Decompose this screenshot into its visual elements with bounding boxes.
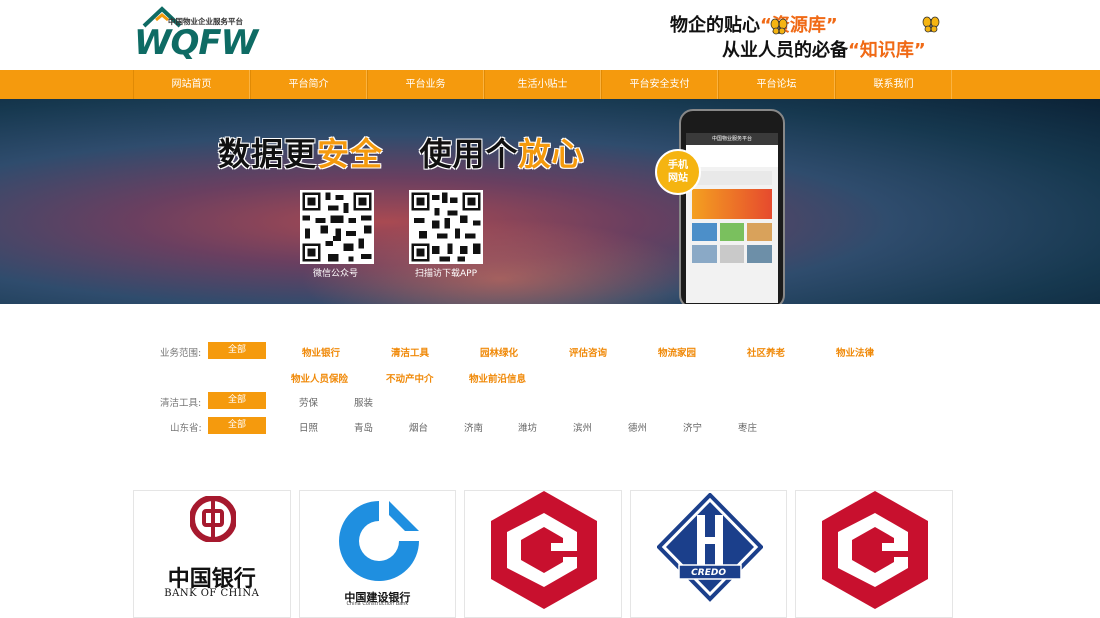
filter-all-button-cleaning[interactable]: 全部 [208, 392, 266, 409]
banner-title: 数据更安全 使用个放心 [218, 135, 585, 173]
filter-panel: 业务范围: 全部 物业银行 清洁工具 园林绿化 评估咨询 物流家园 社区养老 物… [0, 304, 1100, 474]
filter-option[interactable]: 物业人员保险 [291, 371, 348, 385]
app-download-qr-code [409, 190, 483, 264]
partner-card-boc[interactable]: 中国银行 BANK OF CHINA [133, 490, 291, 618]
site-logo[interactable]: 中国物业企业服务平台 WQFW [134, 6, 284, 63]
filter-all-button-business[interactable]: 全部 [208, 342, 266, 359]
filter-option[interactable]: 社区养老 [747, 345, 785, 359]
boc-english-name: BANK OF CHINA [164, 588, 260, 599]
butterfly-icon [770, 18, 788, 35]
partner-card-credo[interactable]: CREDO [629, 490, 788, 618]
phone-screen: 中国物业服务平台 [686, 133, 778, 303]
credo-logo-icon [656, 493, 763, 602]
mobile-site-badge: 手机 网站 [655, 149, 701, 195]
filter-option[interactable]: 园林绿化 [480, 345, 518, 359]
hero-banner: 数据更安全 使用个放心 微信公众号 扫描访下载APP 中国物业服务平台 手机 网… [0, 99, 1100, 304]
slogan-line-1: 物企的贴心“资源库” [670, 15, 838, 36]
filter-option[interactable]: 潍坊 [518, 420, 537, 434]
site-header: 中国物业企业服务平台 WQFW 物企的贴心“资源库” 从业人员的必备“知识库” [0, 0, 1100, 70]
filter-option[interactable]: 劳保 [299, 395, 318, 409]
filter-option[interactable]: 滨州 [573, 420, 592, 434]
ccb-english-name: China Construction Bank [346, 601, 409, 607]
nav-item-about[interactable]: 平台简介 [250, 70, 367, 99]
filter-option[interactable]: 评估咨询 [569, 345, 607, 359]
filter-option[interactable]: 济宁 [683, 420, 702, 434]
filter-label-business: 业务范围: [160, 348, 202, 359]
filter-option[interactable]: 济南 [464, 420, 483, 434]
filter-label-province: 山东省: [170, 423, 202, 434]
wechat-qr-code [300, 190, 374, 264]
filter-option[interactable]: 物业前沿信息 [469, 371, 526, 385]
qr-caption-app: 扫描访下载APP [415, 269, 478, 279]
nav-item-tips[interactable]: 生活小贴士 [484, 70, 601, 99]
partner-card-ccb[interactable]: 中国建设银行 China Construction Bank [298, 490, 457, 618]
partner-logo-strip: 中国银行 BANK OF CHINA 中国建设银行 China Construc… [133, 490, 953, 618]
filter-option[interactable]: 枣庄 [738, 420, 757, 434]
filter-option[interactable]: 烟台 [409, 420, 428, 434]
credo-wordmark: CREDO [691, 568, 726, 578]
bank-of-china-logo-icon [190, 496, 236, 542]
nav-item-contact[interactable]: 联系我们 [835, 70, 952, 99]
nav-item-business[interactable]: 平台业务 [367, 70, 484, 99]
filter-option[interactable]: 服装 [354, 395, 373, 409]
nav-item-home[interactable]: 网站首页 [133, 70, 250, 99]
filter-option[interactable]: 物流家园 [658, 345, 696, 359]
filter-option[interactable]: 日照 [299, 420, 318, 434]
phone-screen-title: 中国物业服务平台 [686, 133, 778, 145]
logo-wordmark: WQFW [134, 23, 258, 63]
filter-option[interactable]: 德州 [628, 420, 647, 434]
filter-label-cleaning: 清洁工具: [160, 398, 202, 409]
nav-item-payment[interactable]: 平台安全支付 [601, 70, 718, 99]
slogan-line-2: 从业人员的必备“知识库” [722, 40, 926, 61]
filter-option[interactable]: 清洁工具 [391, 345, 429, 359]
qr-caption-wechat: 微信公众号 [313, 269, 359, 279]
phone-mockup: 中国物业服务平台 [679, 109, 785, 304]
filter-option[interactable]: 物业法律 [836, 345, 874, 359]
partner-card-g-logo[interactable] [464, 490, 622, 618]
header-slogan: 物企的贴心“资源库” 从业人员的必备“知识库” [670, 8, 950, 63]
butterfly-icon [922, 16, 940, 33]
red-hexagon-g-logo-icon [491, 491, 598, 609]
partner-card-g-logo-2[interactable] [795, 490, 953, 618]
red-hexagon-g-logo-icon [822, 491, 929, 609]
filter-option[interactable]: 青岛 [354, 420, 373, 434]
nav-item-forum[interactable]: 平台论坛 [718, 70, 835, 99]
main-nav: 网站首页 平台简介 平台业务 生活小贴士 平台安全支付 平台论坛 联系我们 [0, 70, 1100, 99]
filter-option[interactable]: 不动产中介 [386, 371, 434, 385]
ccb-logo-icon [338, 501, 419, 581]
filter-option[interactable]: 物业银行 [302, 345, 340, 359]
filter-all-button-province[interactable]: 全部 [208, 417, 266, 434]
